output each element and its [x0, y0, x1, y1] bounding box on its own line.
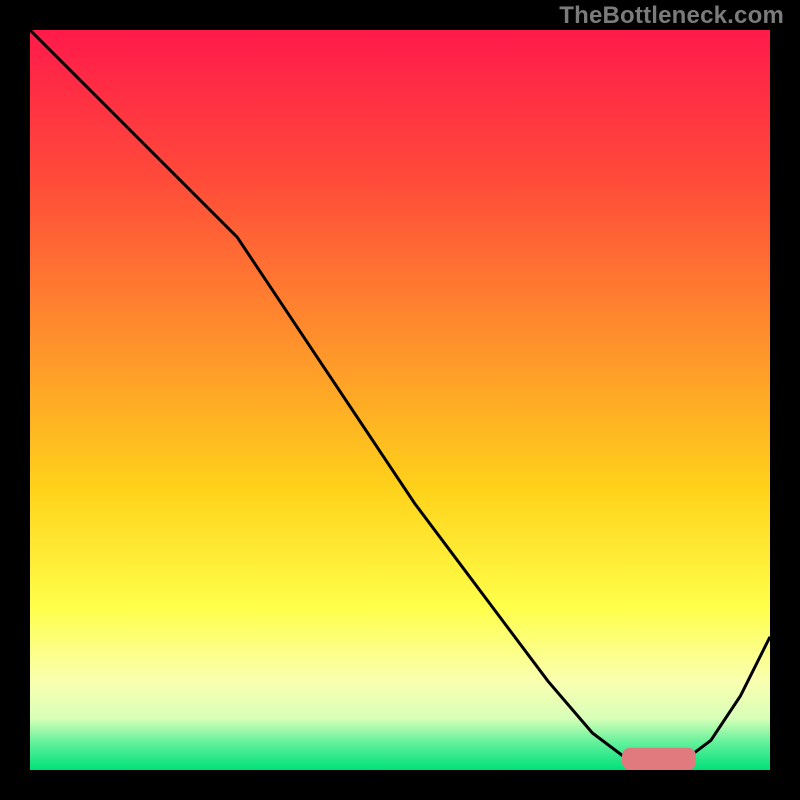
- watermark-text: TheBottleneck.com: [559, 2, 784, 30]
- plot-area: [30, 30, 770, 770]
- optimal-marker: [622, 748, 696, 770]
- chart-svg: [30, 30, 770, 770]
- chart-frame: TheBottleneck.com: [0, 0, 800, 800]
